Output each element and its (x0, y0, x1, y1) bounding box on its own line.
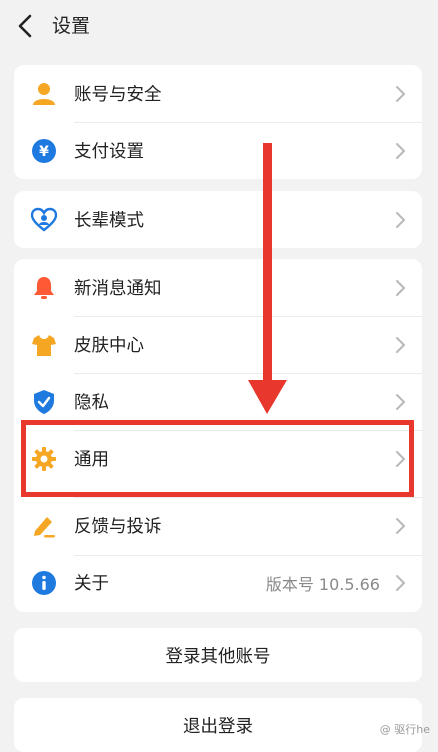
settings-item-about[interactable]: 关于 版本号 10.5.66 (14, 554, 422, 611)
info-icon (32, 570, 56, 595)
settings-group-elder: 长辈模式 (14, 191, 422, 248)
svg-text:¥: ¥ (39, 144, 49, 160)
logout-button[interactable]: 退出登录 (14, 698, 422, 752)
back-arrow-icon[interactable] (14, 12, 38, 40)
settings-item-label: 新消息通知 (74, 279, 162, 299)
chevron-right-icon (396, 336, 405, 353)
header: 设置 (0, 0, 438, 56)
tshirt-icon (32, 334, 56, 356)
chevron-right-icon (396, 142, 405, 159)
chevron-right-icon (396, 517, 405, 534)
logout-label: 退出登录 (183, 716, 253, 737)
settings-item-label: 账号与安全 (74, 85, 162, 105)
settings-item-label: 长辈模式 (74, 211, 144, 231)
settings-item-notifications[interactable]: 新消息通知 (14, 259, 422, 316)
settings-item-label: 关于 (74, 574, 109, 594)
heart-person-icon (31, 207, 57, 232)
yuan-icon: ¥ (32, 138, 56, 163)
login-other-account-label: 登录其他账号 (165, 646, 271, 667)
chevron-right-icon (396, 85, 405, 102)
watermark: @ 驱行he (379, 723, 430, 736)
chevron-right-icon (396, 279, 405, 296)
settings-item-label: 反馈与投诉 (74, 517, 162, 537)
chevron-right-icon (396, 393, 405, 410)
settings-item-label: 皮肤中心 (74, 336, 144, 356)
settings-item-account-security[interactable]: 账号与安全 (14, 65, 422, 122)
settings-item-label: 隐私 (74, 393, 109, 413)
bell-icon (34, 276, 54, 299)
chevron-right-icon (396, 574, 405, 591)
highlight-box (21, 420, 414, 497)
settings-item-payment[interactable]: ¥ 支付设置 (14, 122, 422, 179)
settings-item-feedback[interactable]: 反馈与投诉 (14, 497, 422, 554)
page-title: 设置 (52, 15, 91, 37)
chevron-right-icon (396, 211, 405, 228)
login-other-account-button[interactable]: 登录其他账号 (14, 628, 422, 682)
edit-icon (34, 516, 55, 537)
user-icon (33, 82, 55, 105)
shield-check-icon (34, 389, 54, 414)
version-text: 版本号 10.5.66 (265, 574, 380, 594)
settings-group-account: 账号与安全 ¥ 支付设置 (14, 65, 422, 179)
settings-item-skin-center[interactable]: 皮肤中心 (14, 316, 422, 373)
settings-item-label: 支付设置 (74, 142, 144, 162)
settings-item-elder-mode[interactable]: 长辈模式 (14, 191, 422, 248)
